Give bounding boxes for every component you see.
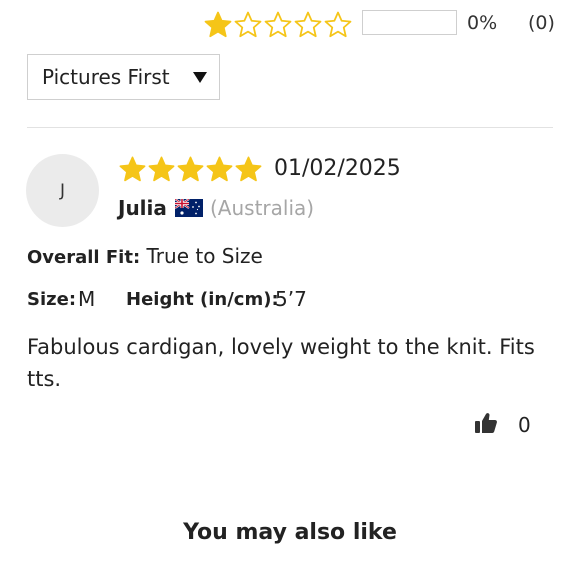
divider xyxy=(27,127,553,128)
rating-count[interactable]: (0) xyxy=(528,12,555,34)
helpful-count: 0 xyxy=(518,413,531,437)
rating-summary-stars[interactable] xyxy=(203,10,353,40)
star-filled-icon xyxy=(148,156,175,182)
overall-fit-label: Overall Fit: xyxy=(27,247,141,268)
review-country: (Australia) xyxy=(210,196,315,220)
overall-fit-value: True to Size xyxy=(146,244,263,268)
avatar: J xyxy=(26,154,99,227)
thumbs-up-icon[interactable] xyxy=(474,411,498,435)
overall-fit: Overall Fit: True to Size xyxy=(27,244,263,268)
review-stars xyxy=(118,155,263,184)
recommendations-heading: You may also like xyxy=(183,520,397,545)
star-empty-icon xyxy=(234,11,262,38)
avatar-initial: J xyxy=(59,180,65,201)
review-date: 01/02/2025 xyxy=(274,156,401,181)
star-empty-icon xyxy=(324,11,352,38)
star-empty-icon xyxy=(294,11,322,38)
review-author: Julia xyxy=(118,196,167,220)
size-value: M xyxy=(78,287,96,311)
star-filled-icon xyxy=(204,11,232,38)
rating-percent: 0% xyxy=(467,12,498,34)
size-label: Size: xyxy=(27,289,77,310)
rating-progress-bar xyxy=(362,10,457,35)
rating-summary-row: 0% (0) xyxy=(0,8,580,40)
star-filled-icon xyxy=(235,156,262,182)
star-filled-icon xyxy=(119,156,146,182)
sort-dropdown[interactable]: Pictures First xyxy=(27,54,220,100)
caret-down-icon xyxy=(193,72,207,83)
star-empty-icon xyxy=(264,11,292,38)
height-label: Height (in/cm): xyxy=(126,289,279,310)
star-filled-icon xyxy=(206,156,233,182)
australia-flag-icon xyxy=(175,199,203,217)
height-value: 5’7 xyxy=(275,287,307,311)
star-filled-icon xyxy=(177,156,204,182)
review-text: Fabulous cardigan, lovely weight to the … xyxy=(27,335,535,391)
sort-selected-value: Pictures First xyxy=(42,65,170,89)
